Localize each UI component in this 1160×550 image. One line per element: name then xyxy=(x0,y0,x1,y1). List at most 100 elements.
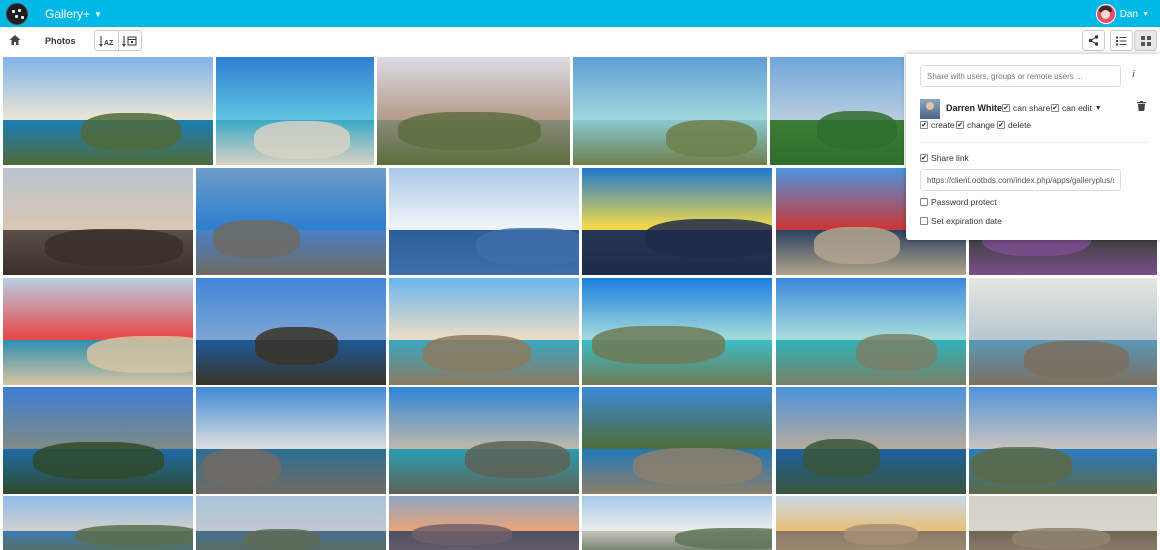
photo-thumbnail[interactable] xyxy=(582,387,772,494)
photo-thumbnail[interactable] xyxy=(3,57,213,165)
delete-checkbox[interactable]: ✔ delete xyxy=(997,120,1031,130)
photo-thumbnail[interactable] xyxy=(216,57,374,165)
breadcrumb[interactable]: Photos xyxy=(45,36,76,46)
expiration-date-checkbox[interactable]: Set expiration date xyxy=(920,216,1002,226)
photo-thumbnail[interactable] xyxy=(582,278,772,385)
checkbox-checked-icon: ✔ xyxy=(1002,104,1010,112)
photo-thumbnail[interactable] xyxy=(3,496,193,550)
sort-date-icon xyxy=(122,35,137,47)
checkbox-unchecked-icon xyxy=(920,198,928,206)
photo-layer xyxy=(243,529,320,550)
divider xyxy=(920,142,1150,143)
photo-layer xyxy=(254,327,339,365)
share-icon xyxy=(1088,35,1099,46)
change-label: change xyxy=(967,120,995,130)
list-view-icon xyxy=(1116,36,1127,45)
photo-layer xyxy=(644,219,772,257)
sharee-name: Darren White xyxy=(946,103,1003,113)
checkbox-checked-icon: ✔ xyxy=(997,121,1005,129)
app-switcher[interactable]: Gallery+ ▼ xyxy=(45,7,102,21)
trash-icon[interactable] xyxy=(1137,101,1146,111)
change-checkbox[interactable]: ✔ change xyxy=(956,120,995,130)
chevron-down-icon[interactable]: ▼ xyxy=(1095,105,1102,112)
photo-layer xyxy=(75,524,193,546)
photo-thumbnail[interactable] xyxy=(573,57,767,165)
password-protect-checkbox[interactable]: Password protect xyxy=(920,197,997,207)
photo-layer xyxy=(44,228,184,267)
photo-layer xyxy=(633,447,763,486)
sharee-avatar xyxy=(920,99,940,119)
photo-thumbnail[interactable] xyxy=(389,496,579,550)
photo-thumbnail[interactable] xyxy=(582,496,772,550)
photo-layer xyxy=(253,120,351,159)
photo-layer xyxy=(855,333,938,372)
share-link-checkbox[interactable]: ✔ Share link xyxy=(920,153,969,163)
password-protect-label: Password protect xyxy=(931,197,997,207)
delete-label: delete xyxy=(1008,120,1032,130)
share-with-input[interactable] xyxy=(920,65,1121,87)
share-dialog: i Darren White ✔ can share ✔ can edit ▼ … xyxy=(906,54,1160,240)
share-link-label: Share link xyxy=(931,153,969,163)
checkbox-checked-icon: ✔ xyxy=(920,121,928,129)
share-link-url-field[interactable] xyxy=(920,169,1121,191)
avatar xyxy=(1095,4,1116,24)
grid-view-button[interactable] xyxy=(1134,30,1157,51)
photo-layer xyxy=(970,446,1073,485)
sort-controls: AZ xyxy=(94,30,142,51)
photo-thumbnail[interactable] xyxy=(776,278,966,385)
photo-layer xyxy=(814,226,900,265)
photo-layer xyxy=(398,112,542,150)
can-edit-checkbox[interactable]: ✔ can edit ▼ xyxy=(1051,103,1102,113)
create-label: create xyxy=(931,120,955,130)
svg-text:AZ: AZ xyxy=(104,40,114,47)
photo-thumbnail[interactable] xyxy=(969,387,1157,494)
photo-thumbnail[interactable] xyxy=(969,496,1157,550)
share-button[interactable] xyxy=(1082,30,1105,51)
photo-thumbnail[interactable] xyxy=(389,168,579,275)
checkbox-unchecked-icon xyxy=(920,217,928,225)
info-icon[interactable]: i xyxy=(1132,68,1135,80)
photo-layer xyxy=(476,227,579,266)
can-share-label: can share xyxy=(1013,103,1051,113)
expiration-date-label: Set expiration date xyxy=(931,216,1002,226)
photo-thumbnail[interactable] xyxy=(969,278,1157,385)
checkbox-checked-icon: ✔ xyxy=(920,154,928,162)
create-checkbox[interactable]: ✔ create xyxy=(920,120,955,130)
chevron-down-icon: ▼ xyxy=(94,9,102,19)
photo-thumbnail[interactable] xyxy=(389,387,579,494)
photo-thumbnail[interactable] xyxy=(389,278,579,385)
can-share-checkbox[interactable]: ✔ can share xyxy=(1002,103,1050,113)
photo-thumbnail[interactable] xyxy=(196,387,386,494)
photo-thumbnail[interactable] xyxy=(776,387,966,494)
user-name: Dan xyxy=(1119,8,1139,20)
photo-layer xyxy=(213,220,301,258)
chevron-down-icon: ▼ xyxy=(1142,10,1149,18)
photo-layer xyxy=(86,335,193,374)
sort-by-date-button[interactable] xyxy=(118,31,141,50)
photo-thumbnail[interactable] xyxy=(3,387,193,494)
home-icon[interactable] xyxy=(8,33,22,47)
photo-layer xyxy=(816,111,898,149)
photo-thumbnail[interactable] xyxy=(582,168,772,275)
photo-thumbnail[interactable] xyxy=(3,168,193,275)
photo-layer xyxy=(201,449,282,487)
photo-thumbnail[interactable] xyxy=(377,57,570,165)
photo-thumbnail[interactable] xyxy=(770,57,904,165)
photo-layer xyxy=(666,119,758,158)
photo-thumbnail[interactable] xyxy=(3,278,193,385)
toolbar: Photos AZ xyxy=(0,27,1160,55)
photo-thumbnail[interactable] xyxy=(196,168,386,275)
photo-layer xyxy=(80,113,182,151)
photo-thumbnail[interactable] xyxy=(196,278,386,385)
photo-layer xyxy=(1023,341,1129,379)
sort-by-name-button[interactable]: AZ xyxy=(95,31,118,50)
list-view-button[interactable] xyxy=(1110,30,1133,51)
photo-thumbnail[interactable] xyxy=(196,496,386,550)
user-menu[interactable]: Dan ▼ xyxy=(1095,4,1149,24)
photo-thumbnail[interactable] xyxy=(776,496,966,550)
photo-layer xyxy=(844,523,919,545)
checkbox-checked-icon: ✔ xyxy=(1051,104,1059,112)
app-logo-icon[interactable] xyxy=(6,3,28,25)
checkbox-checked-icon: ✔ xyxy=(956,121,964,129)
can-edit-label: can edit xyxy=(1062,103,1092,113)
